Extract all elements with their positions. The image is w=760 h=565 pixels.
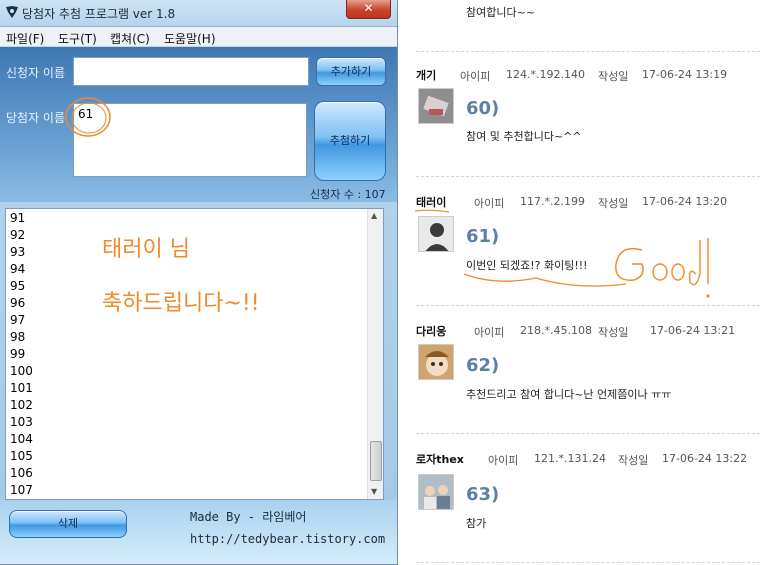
applicant-count: 신청자 수 : 107: [310, 188, 386, 201]
comment-list: 참여합니다~~ 개기 아이피 124.*.192.140 작성일 17-06-2…: [398, 0, 760, 565]
list-item[interactable]: 97: [10, 313, 25, 330]
draw-program-window: 당첨자 추첨 프로그램 ver 1.8 ✕ 파일(F) 도구(T) 캡쳐(C) …: [0, 0, 398, 565]
congrats-annotation-line1: 태러이 님: [102, 237, 190, 262]
comment-number: 62): [466, 355, 500, 376]
close-button[interactable]: ✕: [346, 0, 391, 19]
list-item[interactable]: 105: [10, 449, 33, 466]
screenshot: 당첨자 추첨 프로그램 ver 1.8 ✕ 파일(F) 도구(T) 캡쳐(C) …: [0, 0, 760, 565]
applicant-list[interactable]: 91 92 93 94 95 96 97 98 99 100 101 102 1…: [5, 208, 384, 500]
divider: [416, 433, 760, 434]
comment-date: 17-06-24 13:20: [642, 195, 728, 208]
list-item[interactable]: 101: [10, 381, 33, 398]
list-item[interactable]: 95: [10, 279, 25, 296]
menu-bar: 파일(F) 도구(T) 캡쳐(C) 도움말(H): [0, 27, 397, 47]
avatar: [418, 88, 454, 124]
divider: [416, 562, 760, 563]
comment-ip: 121.*.131.24: [534, 452, 606, 465]
divider: [416, 176, 760, 177]
comment-ip: 124.*.192.140: [506, 68, 585, 81]
list-item[interactable]: 107: [10, 483, 33, 499]
divider: [416, 51, 760, 52]
list-item[interactable]: 104: [10, 432, 33, 449]
winner-label: 당첨자 이름: [6, 111, 66, 125]
list-item[interactable]: 96: [10, 296, 25, 313]
applicant-name-label: 신청자 이름: [6, 66, 66, 80]
scroll-thumb[interactable]: [370, 441, 382, 481]
list-scrollbar[interactable]: ▲ ▼: [367, 209, 383, 499]
author-url: http://tedybear.tistory.com: [190, 532, 386, 546]
list-item[interactable]: 94: [10, 262, 25, 279]
ip-label: 아이피: [488, 454, 519, 467]
entry-form: 신청자 이름 추가하기 당첨자 이름 61 추첨하기 신청자 수 : 107: [0, 47, 397, 202]
user-silhouette-icon: [419, 217, 453, 251]
list-item[interactable]: 106: [10, 466, 33, 483]
window-title: 당첨자 추첨 프로그램 ver 1.8: [22, 7, 176, 21]
comment-author[interactable]: 개기: [416, 67, 436, 83]
comment-date: 17-06-24 13:21: [650, 324, 736, 337]
list-item[interactable]: 92: [10, 228, 25, 245]
date-label: 작성일: [598, 326, 629, 339]
footer: 삭제 Made By - 라임베어 http://tedybear.tistor…: [0, 500, 397, 564]
handwritten-good-annotation: [463, 238, 710, 298]
date-label: 작성일: [618, 454, 649, 467]
list-item[interactable]: 99: [10, 347, 25, 364]
menu-capture[interactable]: 캡쳐(C): [110, 30, 150, 47]
menu-help[interactable]: 도움말(H): [164, 30, 216, 47]
comment-text: 참여 및 추천합니다~^^: [466, 130, 582, 143]
list-item[interactable]: 98: [10, 330, 25, 347]
made-by-credit: Made By - 라임베어: [190, 510, 307, 524]
list-item[interactable]: 93: [10, 245, 25, 262]
comment-text: 참가: [466, 517, 487, 530]
avatar: [418, 216, 454, 252]
comment-date: 17-06-24 13:22: [662, 452, 748, 465]
comment-author[interactable]: 다리웅: [416, 323, 446, 339]
draw-button[interactable]: 추첨하기: [314, 101, 386, 181]
date-label: 작성일: [598, 197, 629, 210]
scroll-down-icon[interactable]: ▼: [371, 487, 377, 496]
ip-label: 아이피: [460, 70, 491, 83]
comment-author[interactable]: 로자thex: [416, 451, 464, 467]
hand-drawn-circle-annotation: [65, 97, 111, 137]
divider: [416, 305, 760, 306]
avatar: [418, 474, 454, 510]
comment-date: 17-06-24 13:19: [642, 68, 728, 81]
comment-ip: 218.*.45.108: [520, 324, 592, 337]
avatar: [418, 344, 454, 380]
comment-ip: 117.*.2.199: [520, 195, 585, 208]
menu-file[interactable]: 파일(F): [6, 30, 44, 47]
comment-text: 참여합니다~~: [466, 6, 536, 19]
ip-label: 아이피: [474, 326, 505, 339]
congrats-annotation-line2: 축하드립니다~!!: [102, 291, 260, 316]
underline-annotation: [414, 209, 450, 213]
delete-button[interactable]: 삭제: [9, 510, 127, 538]
date-label: 작성일: [598, 70, 629, 83]
list-item[interactable]: 103: [10, 415, 33, 432]
comment-number: 63): [466, 484, 500, 505]
menu-tools[interactable]: 도구(T): [58, 30, 97, 47]
app-icon: [6, 6, 18, 18]
list-item[interactable]: 100: [10, 364, 33, 381]
title-bar[interactable]: 당첨자 추첨 프로그램 ver 1.8 ✕: [0, 0, 397, 27]
list-item[interactable]: 91: [10, 211, 25, 228]
comment-text: 추천드리고 참여 합니다~난 언제쯤이나 ㅠㅠ: [466, 388, 672, 401]
list-item[interactable]: 102: [10, 398, 33, 415]
scroll-up-icon[interactable]: ▲: [371, 211, 377, 220]
ip-label: 아이피: [474, 197, 505, 210]
add-button[interactable]: 추가하기: [316, 57, 386, 86]
applicant-name-input[interactable]: [73, 57, 309, 86]
comment-number: 60): [466, 98, 500, 119]
